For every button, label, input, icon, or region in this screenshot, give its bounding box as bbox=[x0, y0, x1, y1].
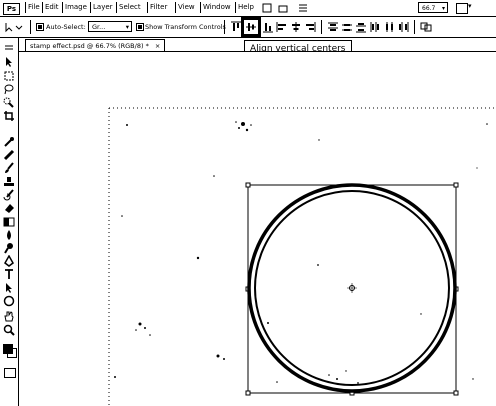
menu-file[interactable]: File bbox=[25, 2, 42, 13]
auto-select-value: Gr... bbox=[92, 23, 106, 31]
zoom-level-value: 66.7 bbox=[422, 5, 436, 12]
menu-layer[interactable]: Layer bbox=[90, 2, 115, 13]
transform-reference-point bbox=[347, 283, 357, 293]
view-extras-icon[interactable] bbox=[298, 3, 308, 13]
align-left-edges-icon[interactable] bbox=[276, 21, 288, 33]
launch-bridge-icon[interactable] bbox=[262, 3, 272, 13]
distribute-right-icon[interactable] bbox=[397, 21, 409, 33]
foreground-color-swatch[interactable] bbox=[3, 344, 13, 354]
align-bottom-edges-icon[interactable] bbox=[262, 21, 274, 33]
menu-edit[interactable]: Edit bbox=[42, 2, 61, 13]
auto-select-checkbox[interactable] bbox=[36, 23, 44, 31]
mini-bridge-icon[interactable] bbox=[278, 3, 288, 13]
screen-mode-icon[interactable] bbox=[456, 3, 468, 14]
quick-select-tool-icon[interactable] bbox=[3, 97, 15, 109]
menu-help[interactable]: Help bbox=[235, 2, 256, 13]
auto-align-icon[interactable] bbox=[420, 21, 432, 33]
eyedropper-tool-icon[interactable] bbox=[3, 136, 15, 148]
separator bbox=[224, 20, 225, 34]
document-canvas[interactable] bbox=[19, 52, 496, 406]
menu-image[interactable]: Image bbox=[62, 2, 89, 13]
distribute-top-icon[interactable] bbox=[327, 21, 339, 33]
align-vertical-centers-icon[interactable] bbox=[241, 17, 261, 37]
separator bbox=[414, 20, 415, 34]
path-select-tool-icon[interactable] bbox=[3, 282, 15, 294]
distribute-bottom-icon[interactable] bbox=[355, 21, 367, 33]
brush-tool-icon[interactable] bbox=[3, 162, 15, 174]
move-tool-icon[interactable] bbox=[3, 56, 15, 68]
pen-tool-icon[interactable] bbox=[3, 255, 15, 267]
auto-select-label: Auto-Select: bbox=[46, 23, 86, 31]
menu-view[interactable]: View bbox=[175, 2, 197, 13]
distribute-vertical-centers-icon[interactable] bbox=[341, 21, 353, 33]
menu-filter[interactable]: Filter bbox=[147, 2, 169, 13]
shape-tool-icon[interactable] bbox=[3, 295, 15, 307]
zoom-tool-icon[interactable] bbox=[3, 324, 15, 336]
canvas-artwork bbox=[108, 107, 496, 406]
lasso-tool-icon[interactable] bbox=[3, 83, 15, 95]
gradient-tool-icon[interactable] bbox=[3, 216, 15, 228]
menu-select[interactable]: Select bbox=[116, 2, 143, 13]
tool-preset-picker-icon[interactable] bbox=[4, 21, 24, 33]
history-brush-tool-icon[interactable] bbox=[3, 189, 15, 201]
separator bbox=[30, 20, 31, 34]
close-icon[interactable]: × bbox=[155, 42, 160, 50]
tools-panel bbox=[0, 38, 19, 406]
clone-stamp-tool-icon[interactable] bbox=[3, 176, 15, 188]
zoom-level-dropdown[interactable]: 66.7 ▾ bbox=[418, 2, 448, 13]
chevron-down-icon: ▾ bbox=[441, 5, 445, 12]
quick-mask-icon[interactable] bbox=[4, 368, 16, 378]
document-title: stamp effect.psd @ 66.7% (RGB/8) * bbox=[30, 42, 149, 50]
chevron-down-icon: ▾ bbox=[125, 23, 129, 31]
distribute-horizontal-centers-icon[interactable] bbox=[383, 21, 395, 33]
distribute-left-icon[interactable] bbox=[369, 21, 381, 33]
panel-collapse-icon[interactable] bbox=[3, 42, 15, 54]
type-tool-icon[interactable] bbox=[3, 268, 15, 280]
chevron-down-icon[interactable]: ▾ bbox=[468, 2, 472, 10]
crop-tool-icon[interactable] bbox=[3, 110, 15, 122]
show-transform-checkbox[interactable] bbox=[136, 23, 144, 31]
align-top-edges-icon[interactable] bbox=[230, 21, 242, 33]
healing-brush-tool-icon[interactable] bbox=[3, 149, 15, 161]
menu-window[interactable]: Window bbox=[200, 2, 233, 13]
auto-select-dropdown[interactable]: Gr... ▾ bbox=[88, 21, 132, 32]
separator bbox=[321, 20, 322, 34]
eraser-tool-icon[interactable] bbox=[3, 202, 15, 214]
blur-tool-icon[interactable] bbox=[3, 229, 15, 241]
show-transform-label: Show Transform Controls bbox=[145, 23, 226, 31]
align-right-edges-icon[interactable] bbox=[304, 21, 316, 33]
options-bar: Auto-Select: Gr... ▾ Show Transform Cont… bbox=[0, 17, 496, 38]
dodge-tool-icon[interactable] bbox=[3, 242, 15, 254]
align-horizontal-centers-icon[interactable] bbox=[290, 21, 302, 33]
hand-tool-icon[interactable] bbox=[3, 310, 15, 322]
app-logo: Ps bbox=[3, 3, 20, 15]
marquee-tool-icon[interactable] bbox=[3, 70, 15, 82]
menu-bar: Ps File Edit Image Layer Select Filter V… bbox=[0, 0, 496, 17]
